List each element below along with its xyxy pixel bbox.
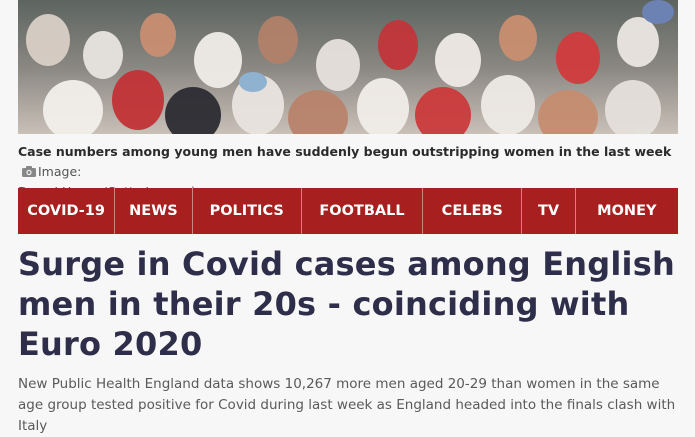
nav-item-politics[interactable]: POLITICS xyxy=(193,188,302,234)
nav-item-money[interactable]: MONEY xyxy=(576,188,678,234)
nav-item-celebs[interactable]: CELEBS xyxy=(423,188,523,234)
article-hero-photo xyxy=(18,0,678,134)
nav-item-football[interactable]: FOOTBALL xyxy=(302,188,424,234)
caption-text: Case numbers among young men have sudden… xyxy=(18,144,672,159)
article-standfirst: New Public Health England data shows 10,… xyxy=(18,376,676,434)
article-headline: Surge in Covid cases among English men i… xyxy=(18,245,675,363)
nav-item-tv[interactable]: TV xyxy=(522,188,576,234)
camera-icon xyxy=(22,163,36,177)
crowd-photo-illustration xyxy=(18,0,678,134)
section-nav-bar: COVID-19 NEWS POLITICS FOOTBALL CELEBS T… xyxy=(18,188,678,234)
nav-item-covid-19[interactable]: COVID-19 xyxy=(18,188,116,234)
nav-item-news[interactable]: NEWS xyxy=(115,188,193,234)
caption-credit-prefix: Image: xyxy=(38,164,82,179)
